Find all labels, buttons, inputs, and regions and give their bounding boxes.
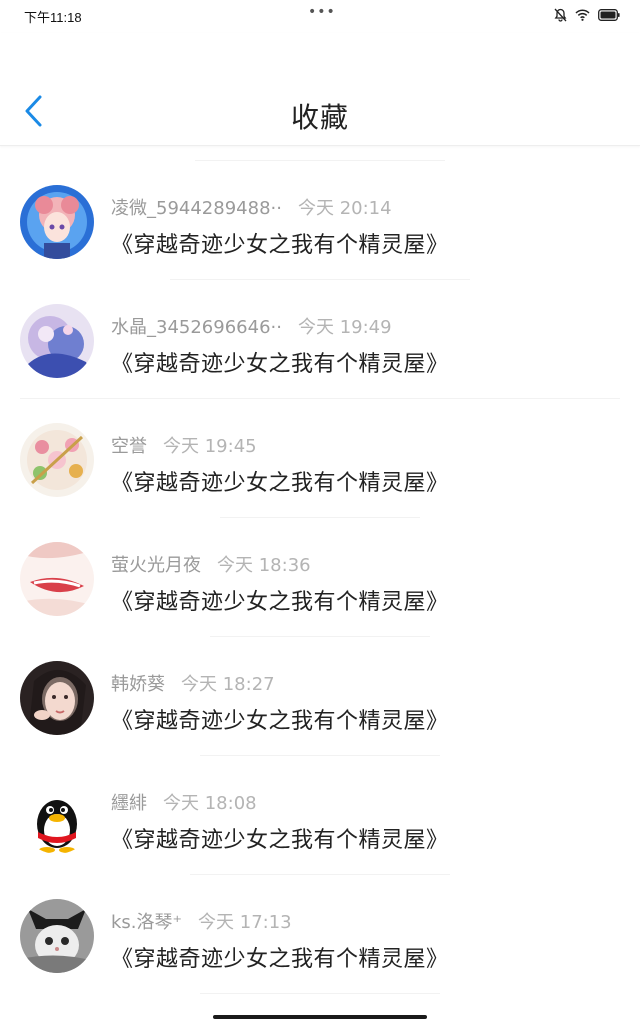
- favorites-list: 凌微_5944289488·· 今天 20:14 《穿越奇迹少女之我有个精灵屋》 …: [0, 160, 640, 994]
- avatar[interactable]: [20, 899, 94, 973]
- page-title: 收藏: [290, 101, 349, 134]
- item-meta: 水晶_3452696646·· 今天 19:49: [111, 313, 392, 339]
- avatar[interactable]: [20, 185, 94, 259]
- item-meta: 凌微_5944289488·· 今天 20:14: [111, 194, 392, 220]
- user-name[interactable]: ks.洛琴⁺: [111, 912, 182, 933]
- book-title[interactable]: 《穿越奇迹少女之我有个精灵屋》: [111, 941, 449, 973]
- wifi-icon: [575, 9, 590, 21]
- user-name[interactable]: 韩娇葵: [111, 674, 165, 695]
- bell-mute-icon: [554, 8, 567, 22]
- timestamp: 今天 19:45: [163, 436, 257, 457]
- header: 收藏: [0, 33, 640, 146]
- divider: [200, 993, 440, 994]
- list-item[interactable]: ks.洛琴⁺ 今天 17:13 《穿越奇迹少女之我有个精灵屋》: [0, 875, 640, 993]
- item-meta: 纆緋 今天 18:08: [111, 789, 257, 815]
- avatar[interactable]: [20, 423, 94, 497]
- status-icons: [554, 8, 620, 22]
- item-meta: ks.洛琴⁺ 今天 17:13: [111, 908, 292, 934]
- list-item[interactable]: 水晶_3452696646·· 今天 19:49 《穿越奇迹少女之我有个精灵屋》: [0, 280, 640, 398]
- book-title[interactable]: 《穿越奇迹少女之我有个精灵屋》: [111, 346, 449, 378]
- user-name[interactable]: 水晶_3452696646··: [111, 317, 282, 338]
- timestamp: 今天 20:14: [297, 198, 392, 219]
- item-meta: 萤火光月夜 今天 18:36: [111, 551, 311, 577]
- status-dots: •••: [308, 4, 336, 20]
- book-title[interactable]: 《穿越奇迹少女之我有个精灵屋》: [111, 703, 449, 735]
- home-indicator[interactable]: [213, 1015, 427, 1019]
- item-meta: 空誉 今天 19:45: [111, 432, 257, 458]
- user-name[interactable]: 凌微_5944289488··: [111, 198, 282, 219]
- status-bar: 下午11:18 •••: [0, 0, 640, 32]
- status-time: 下午11:18: [24, 10, 82, 25]
- timestamp: 今天 18:08: [163, 793, 257, 814]
- avatar[interactable]: [20, 780, 94, 854]
- timestamp: 今天 19:49: [297, 317, 392, 338]
- list-item[interactable]: 空誉 今天 19:45 《穿越奇迹少女之我有个精灵屋》: [0, 399, 640, 517]
- item-meta: 韩娇葵 今天 18:27: [111, 670, 275, 696]
- user-name[interactable]: 萤火光月夜: [111, 555, 201, 576]
- avatar[interactable]: [20, 542, 94, 616]
- timestamp: 今天 18:36: [217, 555, 311, 576]
- battery-icon: [598, 9, 620, 21]
- avatar[interactable]: [20, 661, 94, 735]
- user-name[interactable]: 空誉: [111, 436, 147, 457]
- avatar[interactable]: [20, 304, 94, 378]
- book-title[interactable]: 《穿越奇迹少女之我有个精灵屋》: [111, 822, 449, 854]
- book-title[interactable]: 《穿越奇迹少女之我有个精灵屋》: [111, 584, 449, 616]
- list-item[interactable]: 凌微_5944289488·· 今天 20:14 《穿越奇迹少女之我有个精灵屋》: [0, 161, 640, 279]
- timestamp: 今天 17:13: [198, 912, 292, 933]
- list-item[interactable]: 韩娇葵 今天 18:27 《穿越奇迹少女之我有个精灵屋》: [0, 637, 640, 755]
- list-item[interactable]: 纆緋 今天 18:08 《穿越奇迹少女之我有个精灵屋》: [0, 756, 640, 874]
- book-title[interactable]: 《穿越奇迹少女之我有个精灵屋》: [111, 465, 449, 497]
- timestamp: 今天 18:27: [181, 674, 275, 695]
- user-name[interactable]: 纆緋: [111, 793, 147, 814]
- list-item[interactable]: 萤火光月夜 今天 18:36 《穿越奇迹少女之我有个精灵屋》: [0, 518, 640, 636]
- book-title[interactable]: 《穿越奇迹少女之我有个精灵屋》: [111, 227, 449, 259]
